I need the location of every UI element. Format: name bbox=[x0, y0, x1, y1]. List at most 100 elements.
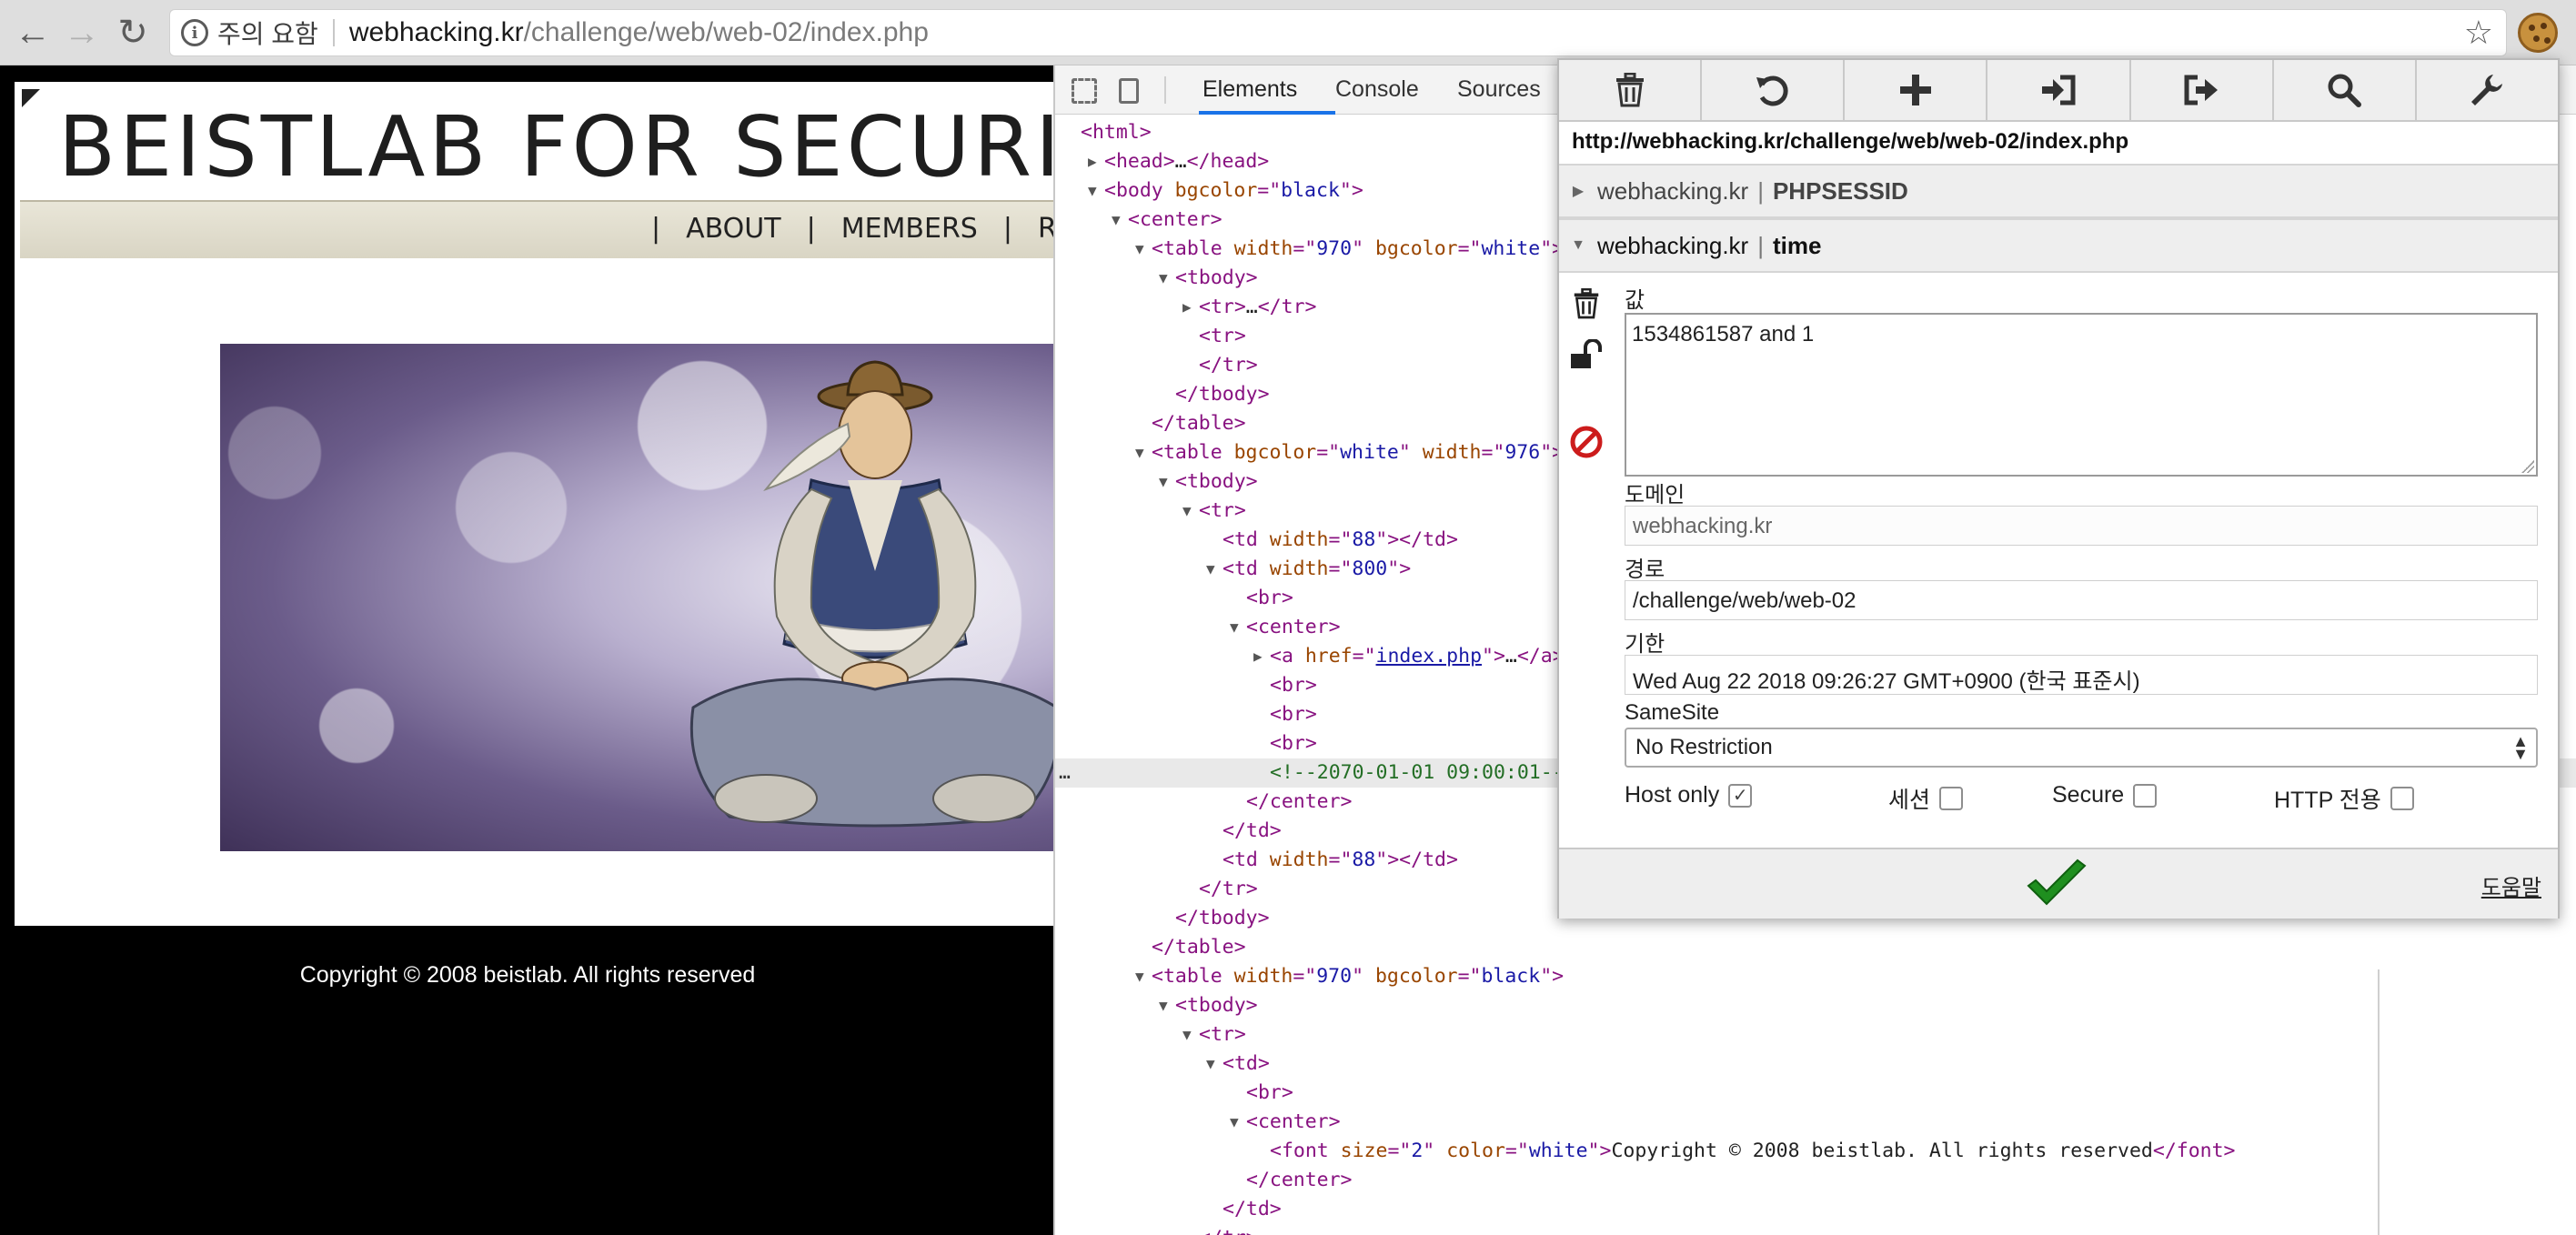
cookie-value-textarea[interactable]: 1534861587 and 1 bbox=[1625, 313, 2538, 477]
import-icon[interactable] bbox=[1987, 60, 2131, 120]
collapse-arrow-icon[interactable]: ▼ bbox=[1159, 264, 1168, 293]
dom-node-markup: <table bgcolor="white" width="976"> bbox=[1152, 441, 1565, 464]
session-checkbox[interactable] bbox=[1939, 787, 1964, 810]
site-logo[interactable]: BEISTLAB FOR SECURITY bbox=[58, 98, 1055, 196]
collapse-arrow-icon[interactable]: ▼ bbox=[1230, 613, 1239, 642]
collapse-arrow-icon[interactable]: ▼ bbox=[1159, 991, 1168, 1020]
cookie-separator: | bbox=[1757, 231, 1764, 259]
collapse-arrow-icon[interactable]: ▼ bbox=[1206, 1049, 1215, 1079]
collapse-arrow-icon[interactable]: ▼ bbox=[1135, 235, 1144, 264]
dom-node-row[interactable]: ▼ <tbody> bbox=[1055, 991, 2576, 1020]
cookie-expires-field[interactable]: Wed Aug 22 2018 09:26:27 GMT+0900 (한국 표준… bbox=[1625, 655, 2538, 695]
dom-node-row[interactable]: <br> bbox=[1055, 1079, 2576, 1108]
meditating-figure-image bbox=[689, 360, 1055, 828]
dom-node-markup: </table> bbox=[1152, 412, 1246, 435]
nav-link-about[interactable]: ABOUT bbox=[686, 213, 780, 245]
url-path[interactable]: /challenge/web/web-02/index.php bbox=[524, 17, 929, 48]
dom-node-row[interactable]: </center> bbox=[1055, 1166, 2576, 1195]
collapse-arrow-icon[interactable]: ▼ bbox=[1182, 1020, 1192, 1049]
bookmark-star-icon[interactable]: ☆ bbox=[2464, 14, 2493, 52]
collapse-arrow-icon[interactable]: ▼ bbox=[1182, 497, 1192, 526]
dom-node-markup: </center> bbox=[1246, 790, 1353, 813]
dom-node-markup: <center> bbox=[1128, 208, 1223, 231]
cookie-name: PHPSESSID bbox=[1772, 176, 1908, 205]
collapse-arrow-icon[interactable]: ▼ bbox=[1206, 555, 1215, 584]
cookie-row-phpsessid[interactable]: ▶ webhacking.kr | PHPSESSID bbox=[1559, 164, 2558, 218]
styles-pane-divider[interactable] bbox=[2378, 969, 2380, 1235]
cookie-value-text: 1534861587 and 1 bbox=[1632, 322, 1815, 346]
dom-node-row[interactable]: ▼ <tr> bbox=[1055, 1020, 2576, 1049]
dom-node-row[interactable]: ▼ <center> bbox=[1055, 1108, 2576, 1137]
page-content: BEISTLAB FOR SECURITY |ABOUT|MEMBERS|RES… bbox=[15, 82, 1055, 926]
help-link[interactable]: 도움말 bbox=[2481, 869, 2541, 901]
back-arrow-icon[interactable]: ← bbox=[13, 13, 53, 53]
undo-icon[interactable] bbox=[1702, 60, 1846, 120]
reload-icon[interactable]: ↻ bbox=[113, 13, 153, 53]
collapse-arrow-icon[interactable]: ▼ bbox=[1135, 438, 1144, 467]
secure-checkbox[interactable] bbox=[2133, 783, 2158, 808]
samesite-select[interactable]: No Restriction ▲ ▼ bbox=[1625, 728, 2538, 768]
dom-node-row[interactable]: </table> bbox=[1055, 933, 2576, 962]
tab-console[interactable]: Console bbox=[1335, 76, 1419, 103]
nav-link-members[interactable]: MEMBERS bbox=[841, 213, 978, 245]
block-icon[interactable] bbox=[1568, 424, 1605, 460]
wrench-icon[interactable] bbox=[2417, 60, 2558, 120]
node-actions-ellipsis[interactable]: … bbox=[1059, 758, 1071, 788]
url-host[interactable]: webhacking.kr bbox=[349, 17, 524, 48]
path-label: 경로 bbox=[1625, 557, 1665, 582]
corner-mark bbox=[22, 89, 40, 107]
save-checkmark-icon[interactable] bbox=[2025, 858, 2088, 909]
select-updown-icon: ▲ ▼ bbox=[2512, 732, 2529, 763]
toolbar-divider bbox=[1164, 76, 1166, 104]
cookie-extension-icon[interactable] bbox=[2518, 13, 2558, 53]
host-only-checkbox[interactable]: ✓ bbox=[1728, 783, 1753, 808]
caret-right-icon: ▶ bbox=[1572, 184, 1585, 199]
http-only-checkbox[interactable] bbox=[2390, 787, 2414, 810]
dom-node-row[interactable]: ▼ <td> bbox=[1055, 1049, 2576, 1079]
address-bar[interactable]: i 주의 요함 webhacking.kr/challenge/web/web-… bbox=[169, 9, 2507, 56]
cookie-row-time[interactable]: ▼ webhacking.kr | time bbox=[1559, 218, 2558, 273]
add-icon[interactable] bbox=[1845, 60, 1988, 120]
collapse-arrow-icon[interactable]: ▼ bbox=[1112, 206, 1121, 235]
value-label: 값 bbox=[1625, 288, 1645, 313]
caret-down-icon: ▼ bbox=[1571, 237, 1585, 253]
inspect-element-icon[interactable] bbox=[1072, 78, 1097, 104]
unlock-icon[interactable] bbox=[1568, 336, 1605, 373]
expand-arrow-icon[interactable]: ▶ bbox=[1182, 293, 1192, 322]
search-icon[interactable] bbox=[2274, 60, 2417, 120]
hero-illustration[interactable] bbox=[220, 344, 1055, 851]
dom-node-markup: <br> bbox=[1246, 587, 1293, 609]
cookie-path-field[interactable]: /challenge/web/web-02 bbox=[1625, 580, 2538, 620]
tab-sources[interactable]: Sources bbox=[1457, 76, 1541, 103]
dom-node-markup: <tbody> bbox=[1175, 266, 1258, 289]
dom-node-markup: <center> bbox=[1246, 616, 1341, 638]
dom-node-row[interactable]: </tr> bbox=[1055, 1224, 2576, 1235]
tab-elements[interactable]: Elements bbox=[1202, 76, 1297, 103]
collapse-arrow-icon[interactable]: ▼ bbox=[1159, 467, 1168, 497]
samesite-label: SameSite bbox=[1625, 700, 1720, 725]
resize-handle[interactable] bbox=[2521, 460, 2534, 473]
dom-node-row[interactable]: </td> bbox=[1055, 1195, 2576, 1224]
delete-cookie-icon[interactable] bbox=[1568, 286, 1605, 322]
samesite-selected-value: No Restriction bbox=[1635, 735, 1773, 759]
dom-node-row[interactable]: ▼ <table width="970" bgcolor="black"> bbox=[1055, 962, 2576, 991]
info-icon[interactable]: i bbox=[181, 19, 208, 46]
cookie-domain-field[interactable]: webhacking.kr bbox=[1625, 506, 2538, 546]
active-tab-indicator bbox=[1199, 111, 1335, 115]
collapse-arrow-icon[interactable]: ▼ bbox=[1088, 176, 1097, 206]
trash-icon[interactable] bbox=[1559, 60, 1703, 120]
device-toolbar-icon[interactable] bbox=[1119, 78, 1139, 104]
dom-node-markup: <font size="2" color="white">Copyright ©… bbox=[1270, 1140, 2236, 1162]
expand-arrow-icon[interactable]: ▶ bbox=[1088, 147, 1097, 176]
collapse-arrow-icon[interactable]: ▼ bbox=[1230, 1108, 1239, 1137]
forward-arrow-icon[interactable]: → bbox=[62, 13, 102, 53]
dom-node-row[interactable]: <font size="2" color="white">Copyright ©… bbox=[1055, 1137, 2576, 1166]
export-icon[interactable] bbox=[2131, 60, 2274, 120]
collapse-arrow-icon[interactable]: ▼ bbox=[1135, 962, 1144, 991]
dom-node-markup: </td> bbox=[1223, 819, 1282, 842]
cookie-domain: webhacking.kr bbox=[1597, 231, 1749, 259]
expand-arrow-icon[interactable]: ▶ bbox=[1253, 642, 1263, 671]
dom-node-markup: <a href="index.php">…</a> bbox=[1270, 645, 1565, 668]
web-page: BEISTLAB FOR SECURITY |ABOUT|MEMBERS|RES… bbox=[0, 65, 1055, 1235]
security-label[interactable]: 주의 요함 bbox=[217, 15, 318, 51]
